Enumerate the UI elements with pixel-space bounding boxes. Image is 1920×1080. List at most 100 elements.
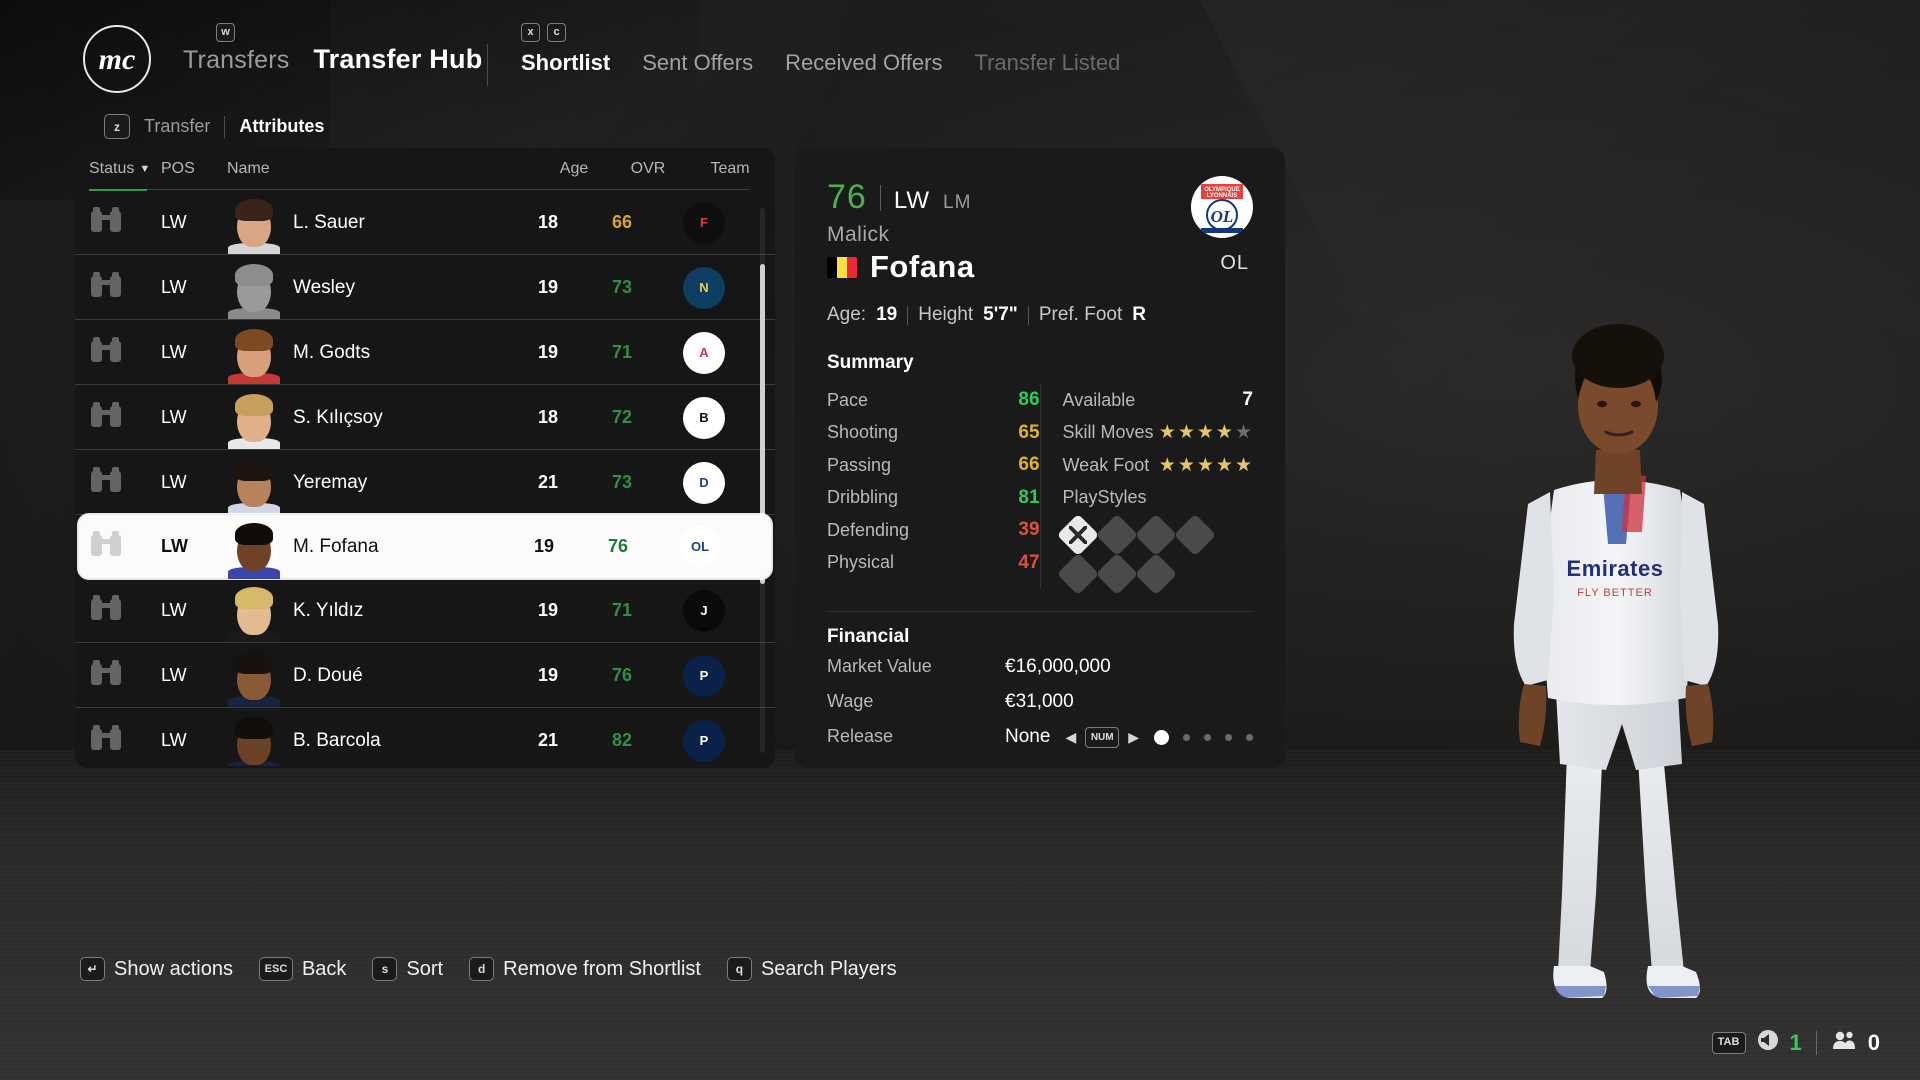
key-tab[interactable]: TAB <box>1711 1031 1746 1054</box>
nav-divider <box>487 44 488 86</box>
playstyle-icon-empty <box>1095 552 1138 596</box>
action-remove-from-shortlist[interactable]: d Remove from Shortlist <box>469 957 701 981</box>
row-overall: 72 <box>611 407 633 427</box>
binoculars-icon <box>89 271 123 304</box>
row-status[interactable] <box>89 594 161 627</box>
key-d[interactable]: d <box>469 957 495 981</box>
table-row[interactable]: LW D. Doué 19 76 P <box>75 643 775 708</box>
pagination-dots[interactable] <box>1154 730 1253 745</box>
team-badge: D <box>683 461 725 504</box>
action-bar: ↵ Show actions ESC Back s Sort d Remove from Sh… <box>80 957 897 981</box>
key-c[interactable]: c <box>547 23 566 42</box>
row-team: OL <box>655 525 745 568</box>
action-label: Search Players <box>760 957 897 980</box>
row-player-name: M. Godts <box>293 341 371 363</box>
financial-section-title: Financial <box>827 626 910 647</box>
table-row[interactable]: LW B. Barcola 21 82 P <box>75 708 775 766</box>
financial-value: None <box>1005 725 1051 747</box>
tab-shortlist[interactable]: Shortlist <box>521 50 610 76</box>
table-scrollbar[interactable] <box>760 208 765 753</box>
key-x[interactable]: x <box>521 23 540 42</box>
sub-nav: Shortlist Sent Offers Received Offers Tr… <box>521 50 1120 76</box>
hotkey-tab-cycle[interactable]: x c <box>521 23 566 42</box>
star-icon: ★ <box>1177 454 1196 476</box>
action-sort[interactable]: s Sort <box>372 957 443 981</box>
table-row[interactable]: LW Yeremay 21 73 D <box>75 450 775 515</box>
column-header-pos[interactable]: POS <box>161 160 227 178</box>
column-header-status[interactable]: Status ▼ <box>89 160 161 178</box>
star-icon: ★ <box>1196 422 1215 444</box>
key-w[interactable]: w <box>216 23 235 42</box>
page-title[interactable]: Transfer Hub <box>313 44 482 75</box>
row-position: LW <box>161 342 187 362</box>
player-face-thumbnail <box>223 646 285 708</box>
key-esc[interactable]: ESC <box>258 957 293 981</box>
row-status[interactable] <box>89 724 161 757</box>
star-rating: ★ ★ ★ ★ ★ <box>1159 454 1253 477</box>
stat-label: PlayStyles <box>1062 487 1147 508</box>
action-show-actions[interactable]: ↵ Show actions <box>80 957 233 981</box>
key-num[interactable]: NUM <box>1085 727 1120 748</box>
row-status[interactable] <box>89 466 161 499</box>
pagination-dot[interactable] <box>1204 734 1211 741</box>
financial-label: Wage <box>827 691 874 711</box>
player-overall-rating: 76 <box>827 178 867 216</box>
player-face-thumbnail <box>223 258 285 320</box>
team-badge: A <box>683 331 725 374</box>
table-row[interactable]: LW S. Kılıçsoy 18 72 B <box>75 385 775 450</box>
tab-received-offers[interactable]: Received Offers <box>785 50 942 76</box>
height-value: 5'7" <box>983 304 1018 325</box>
key-↵[interactable]: ↵ <box>80 957 105 981</box>
stat-label: Physical <box>827 552 895 573</box>
star-rating: ★ ★ ★ ★ ★ <box>1159 421 1253 444</box>
key-q[interactable]: q <box>726 957 752 981</box>
stat-value: 66 <box>1018 454 1040 476</box>
star-icon: ★ <box>1215 422 1234 444</box>
summary-stats-left: Pace 86 Shooting 65 Passing 66 Dribbling 81 Defe… <box>827 384 1040 589</box>
tab-sent-offers[interactable]: Sent Offers <box>642 50 753 76</box>
row-status[interactable] <box>89 401 161 434</box>
main-nav: Transfers Transfer Hub <box>183 44 482 75</box>
card-pagination[interactable]: ◀ NUM ▶ <box>1065 727 1253 748</box>
tab-transfer-listed[interactable]: Transfer Listed <box>974 50 1120 76</box>
nav-item-transfers[interactable]: Transfers <box>183 46 289 75</box>
playstyle-icon-filled <box>1056 513 1099 557</box>
row-status[interactable] <box>89 271 161 304</box>
table-row[interactable]: LW L. Sauer 18 66 F <box>75 190 775 255</box>
pagination-dot-active[interactable] <box>1154 730 1169 745</box>
row-position: LW <box>161 600 187 620</box>
column-header-ovr[interactable]: OVR <box>611 160 685 178</box>
table-row[interactable]: LW K. Yıldız 19 71 J <box>75 578 775 643</box>
stat-row: Dribbling 81 <box>827 482 1040 515</box>
pagination-dot[interactable] <box>1183 734 1190 741</box>
pagination-prev-icon[interactable]: ◀ <box>1065 729 1076 746</box>
column-header-name[interactable]: Name <box>227 160 537 178</box>
action-search-players[interactable]: q Search Players <box>726 957 897 981</box>
pagination-next-icon[interactable]: ▶ <box>1128 729 1139 746</box>
key-s[interactable]: s <box>372 957 398 981</box>
action-back[interactable]: ESC Back <box>258 957 346 981</box>
row-position: LW <box>161 212 187 232</box>
row-position: LW <box>161 277 187 297</box>
row-age: 19 <box>537 600 559 620</box>
row-player-name: L. Sauer <box>293 211 365 233</box>
key-z[interactable]: z <box>104 114 130 139</box>
subtab-transfer[interactable]: Transfer <box>144 116 210 137</box>
pagination-dot[interactable] <box>1225 734 1232 741</box>
pagination-dot[interactable] <box>1246 734 1253 741</box>
column-header-team[interactable]: Team <box>685 160 775 178</box>
column-header-age[interactable]: Age <box>537 160 611 178</box>
row-status[interactable] <box>89 659 161 692</box>
row-position: LW <box>161 407 187 427</box>
player-detail-card: OLYMPIQUE LYONNAIS OL OL 76 LW LM Malick… <box>795 148 1285 768</box>
star-icon: ★ <box>1215 454 1234 476</box>
subtab-attributes[interactable]: Attributes <box>239 116 324 137</box>
row-status[interactable] <box>89 530 161 563</box>
row-status[interactable] <box>89 206 161 239</box>
player-name-row: Fofana <box>827 249 1253 285</box>
table-row[interactable]: LW M. Godts 19 71 A <box>75 320 775 385</box>
hotkey-transfers[interactable]: w <box>216 23 235 42</box>
row-status[interactable] <box>89 336 161 369</box>
table-row[interactable]: LW Wesley 19 73 N <box>75 255 775 320</box>
table-row-selected[interactable]: LW M. Fofana 19 76 OL <box>79 515 771 579</box>
